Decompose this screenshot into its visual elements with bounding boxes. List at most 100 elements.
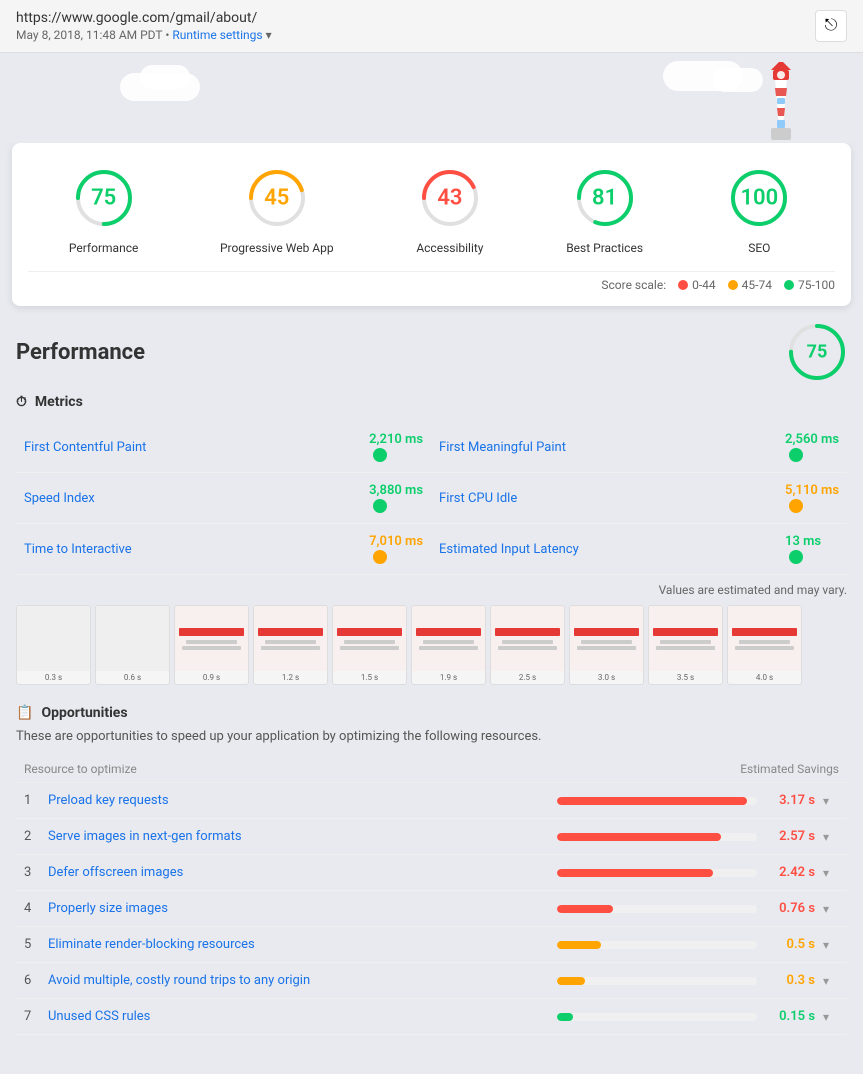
opp-bar [557, 977, 585, 985]
lighthouse-hero [0, 53, 863, 143]
frame-label: 3.0 s [570, 671, 643, 684]
header-meta: May 8, 2018, 11:48 AM PDT • Runtime sett… [16, 28, 272, 42]
opp-num: 5 [24, 937, 40, 952]
frame-image [254, 606, 327, 671]
opp-bar [557, 1013, 573, 1021]
metrics-header: ⏱ Metrics [16, 394, 847, 410]
metric-value-tti: 7,010 ms [369, 534, 423, 549]
metrics-row-2: Speed Index 3,880 ms First CPU Idle 5,11… [16, 473, 847, 524]
opp-bar-container [557, 797, 757, 805]
film-frame: 4.0 s [727, 605, 802, 685]
film-frame: 0.6 s [95, 605, 170, 685]
opp-bar-container [557, 1013, 757, 1021]
chevron-down-icon: ▾ [823, 794, 839, 808]
film-frame: 0.9 s [174, 605, 249, 685]
opp-bar-container [557, 869, 757, 877]
frame-label: 1.2 s [254, 671, 327, 684]
metric-value-cell: 3,880 ms [361, 473, 431, 524]
scores-card: 75 Performance 45 Progressive Web App 43… [12, 143, 851, 306]
scale-label: Score scale: [601, 278, 666, 292]
metrics-table: First Contentful Paint 2,210 ms First Me… [16, 422, 847, 575]
col-resource-label: Resource to optimize [24, 762, 137, 776]
opp-bar [557, 905, 613, 913]
frame-label: 1.9 s [412, 671, 485, 684]
url-link[interactable]: https://www.google.com/gmail/about/ [16, 10, 272, 26]
frame-label: 2.5 s [491, 671, 564, 684]
lighthouse-icon [753, 58, 808, 143]
score-label-seo: SEO [748, 241, 770, 255]
share-button[interactable]: ⎋ [815, 10, 847, 42]
performance-section: Performance 75 ⏱ Metrics First Contentfu… [16, 322, 847, 689]
metric-value-cell: 7,010 ms [361, 524, 431, 575]
opp-savings: 0.76 s [765, 901, 815, 916]
score-label-performance: Performance [69, 241, 138, 255]
main-content: Performance 75 ⏱ Metrics First Contentfu… [0, 306, 863, 1051]
metric-cell: First CPU Idle [431, 473, 777, 524]
opportunities-header: 📋 Opportunities [16, 705, 847, 721]
metric-value-si: 3,880 ms [369, 483, 423, 498]
metric-name-fcp: First Contentful Paint [24, 440, 146, 455]
score-item-pwa: 45 Progressive Web App [220, 163, 334, 255]
frame-image [17, 606, 90, 671]
opp-num: 6 [24, 973, 40, 988]
opp-name: Defer offscreen images [48, 865, 549, 880]
chevron-down-icon: ▾ [823, 830, 839, 844]
chevron-down-icon: ▾ [823, 1010, 839, 1024]
status-icon-fci [789, 499, 803, 513]
opp-bar [557, 941, 601, 949]
opportunity-row[interactable]: 2 Serve images in next-gen formats 2.57 … [16, 819, 847, 855]
metric-cell: First Meaningful Paint [431, 422, 777, 473]
opportunity-row[interactable]: 5 Eliminate render-blocking resources 0.… [16, 927, 847, 963]
opportunity-row[interactable]: 3 Defer offscreen images 2.42 s ▾ [16, 855, 847, 891]
metric-value-cell: 5,110 ms [777, 473, 847, 524]
opportunity-row[interactable]: 7 Unused CSS rules 0.15 s ▾ [16, 999, 847, 1035]
scale-green: 75-100 [784, 278, 835, 292]
metric-name-fci: First CPU Idle [439, 491, 517, 506]
scale-range-red: 0-44 [692, 278, 716, 292]
performance-score-circle: 75 [787, 322, 847, 382]
score-circle-seo: 100 [724, 163, 794, 233]
opportunity-row[interactable]: 6 Avoid multiple, costly round trips to … [16, 963, 847, 999]
opp-bar [557, 833, 721, 841]
opp-bar-container [557, 977, 757, 985]
status-icon-tti [373, 550, 387, 564]
opp-num: 1 [24, 793, 40, 808]
score-num-pwa: 45 [264, 186, 289, 211]
frame-label: 0.3 s [17, 671, 90, 684]
frame-image [333, 606, 406, 671]
metric-name-si: Speed Index [24, 491, 95, 506]
opportunity-row[interactable]: 1 Preload key requests 3.17 s ▾ [16, 783, 847, 819]
opportunity-row[interactable]: 4 Properly size images 0.76 s ▾ [16, 891, 847, 927]
score-num-best-practices: 81 [592, 186, 617, 211]
metric-name-tti: Time to Interactive [24, 542, 132, 557]
metrics-row-1: First Contentful Paint 2,210 ms First Me… [16, 422, 847, 473]
frame-image [412, 606, 485, 671]
scale-dot-green [784, 280, 794, 290]
metric-value-eil: 13 ms [785, 534, 821, 549]
metric-value-cell: 13 ms [777, 524, 847, 575]
opportunities-icon: 📋 [16, 705, 33, 721]
metrics-row-3: Time to Interactive 7,010 ms Estimated I… [16, 524, 847, 575]
film-frame: 2.5 s [490, 605, 565, 685]
film-frame: 3.5 s [648, 605, 723, 685]
scale-range-orange: 45-74 [742, 278, 772, 292]
performance-title: Performance [16, 340, 145, 365]
metric-cell: Time to Interactive [16, 524, 361, 575]
score-item-accessibility: 43 Accessibility [415, 163, 485, 255]
score-circle-pwa: 45 [242, 163, 312, 233]
status-icon-eil [789, 550, 803, 564]
col-savings-label: Estimated Savings [740, 762, 839, 776]
opp-bar [557, 869, 713, 877]
header: https://www.google.com/gmail/about/ May … [0, 0, 863, 53]
chevron-down-icon: ▾ [823, 866, 839, 880]
metric-value-fmp: 2,560 ms [785, 432, 839, 447]
chevron-down-icon: ▾ [823, 938, 839, 952]
metric-value-cell: 2,560 ms [777, 422, 847, 473]
metric-value-fcp: 2,210 ms [369, 432, 423, 447]
chevron-down-icon: ▾ [823, 902, 839, 916]
frame-label: 3.5 s [649, 671, 722, 684]
frame-label: 0.6 s [96, 671, 169, 684]
scale-dot-orange [728, 280, 738, 290]
frame-image [175, 606, 248, 671]
opp-bar-container [557, 833, 757, 841]
